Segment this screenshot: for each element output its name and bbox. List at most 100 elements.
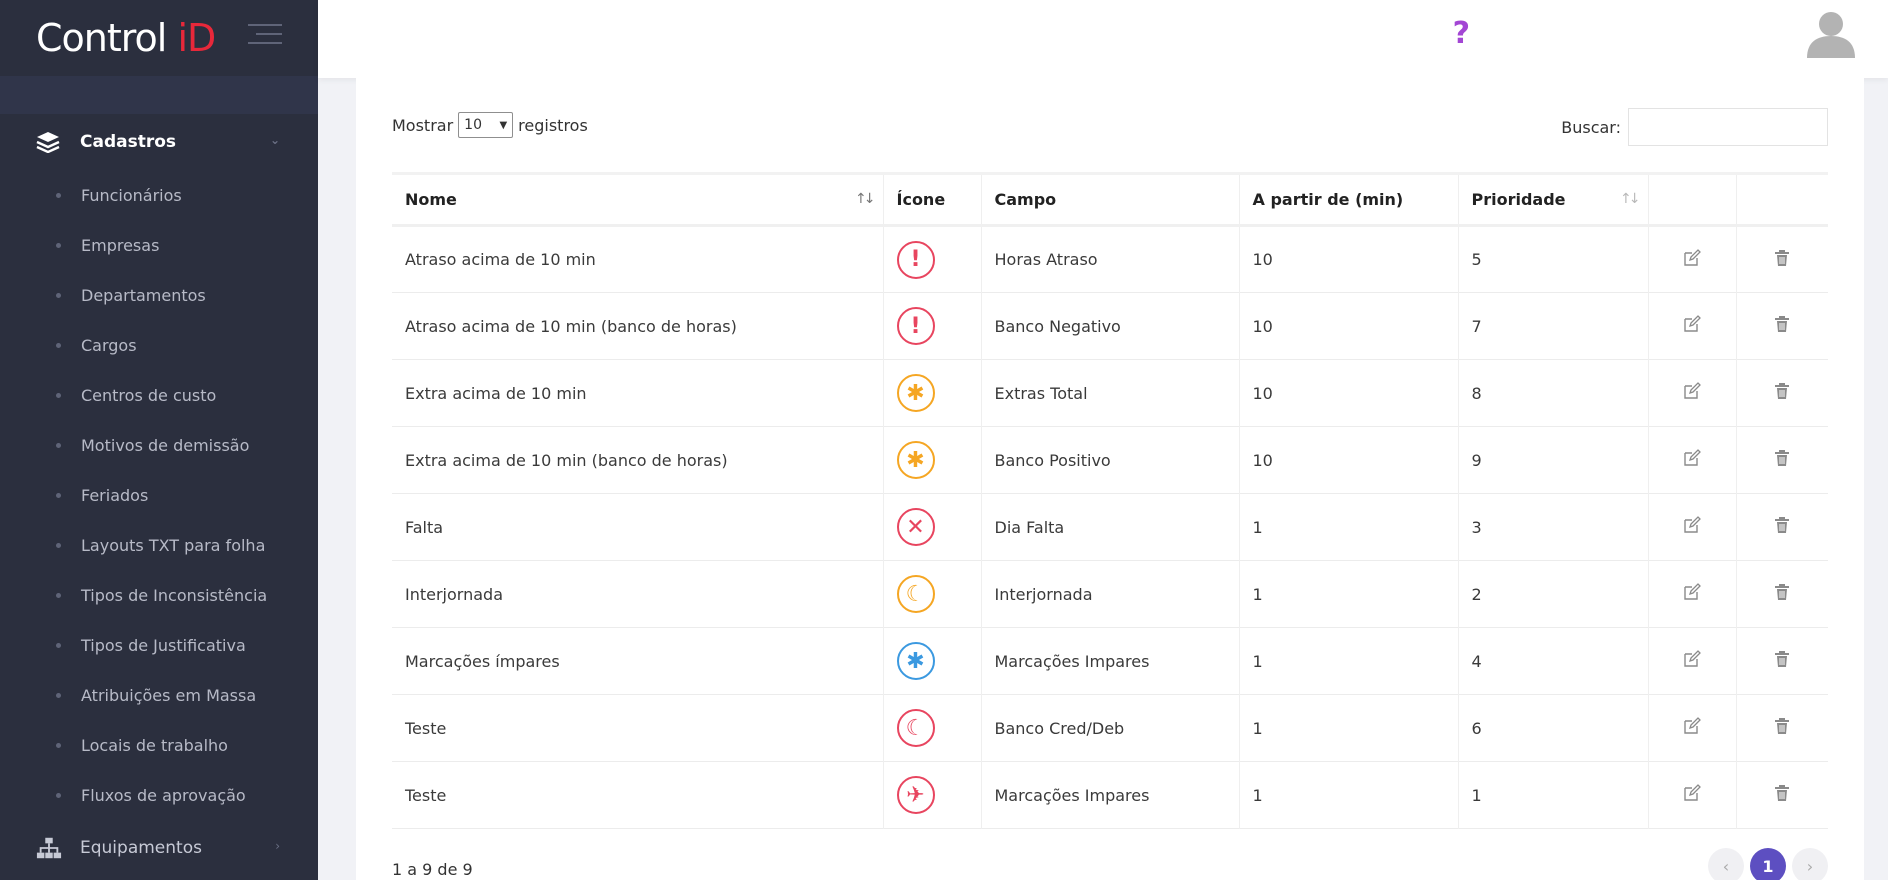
cell-prioridade: 3 xyxy=(1458,493,1649,561)
cell-icone: ✈ xyxy=(883,761,982,829)
sidebar-item[interactable]: Empresas xyxy=(0,220,318,270)
header-a-partir-de: A partir de (min) xyxy=(1239,173,1459,226)
sidebar-item-label: Fluxos de aprovação xyxy=(81,785,246,805)
edit-button[interactable] xyxy=(1648,694,1737,762)
cell-minutos: 1 xyxy=(1239,761,1459,829)
trash-icon xyxy=(1774,785,1790,806)
search-input[interactable] xyxy=(1628,108,1828,146)
moon-icon: ☾ xyxy=(896,575,935,613)
edit-icon xyxy=(1683,650,1701,672)
exclamation-icon: ! xyxy=(896,307,935,345)
header-delete xyxy=(1736,174,1828,226)
edit-button[interactable] xyxy=(1648,359,1737,427)
avatar[interactable] xyxy=(1804,6,1858,60)
delete-button[interactable] xyxy=(1736,695,1828,762)
records-label: registros xyxy=(518,115,588,135)
bullet-icon xyxy=(56,192,61,198)
table-row: Teste ☾ Banco Cred/Deb 1 6 xyxy=(392,694,1828,762)
edit-button[interactable] xyxy=(1648,627,1737,695)
cell-minutos: 1 xyxy=(1239,627,1459,695)
delete-button[interactable] xyxy=(1736,360,1828,427)
edit-button[interactable] xyxy=(1648,493,1737,561)
header-prioridade[interactable]: Prioridade ↑↓ xyxy=(1458,173,1649,226)
bullet-icon xyxy=(56,692,61,698)
cell-icone: ✱ xyxy=(883,426,982,494)
cell-prioridade: 9 xyxy=(1458,426,1649,494)
page-size-control: Mostrar 10 ▼ registros xyxy=(392,112,588,138)
sidebar-item[interactable]: Motivos de demissão xyxy=(0,420,318,470)
sidebar-item[interactable]: Tipos de Justificativa xyxy=(0,620,318,670)
cell-nome: Interjornada xyxy=(392,560,884,628)
hamburger-menu-icon[interactable] xyxy=(248,24,282,44)
delete-button[interactable] xyxy=(1736,628,1828,695)
bullet-icon xyxy=(56,442,61,448)
sidebar-item[interactable]: Departamentos xyxy=(0,270,318,320)
search-control: Buscar: xyxy=(1561,108,1828,146)
edit-icon xyxy=(1683,784,1701,806)
edit-button[interactable] xyxy=(1648,761,1737,829)
table-row: Atraso acima de 10 min! Horas Atraso 10 5 xyxy=(392,225,1828,293)
sidebar-item[interactable]: Fluxos de aprovação xyxy=(0,770,318,820)
sidebar-item[interactable]: Locais de trabalho xyxy=(0,720,318,770)
moon-icon: ☾ xyxy=(896,709,935,747)
edit-button[interactable] xyxy=(1648,560,1737,628)
edit-button[interactable] xyxy=(1648,225,1737,293)
sidebar-item[interactable]: Funcionários xyxy=(0,170,318,220)
page-size-select[interactable]: 10 ▼ xyxy=(458,112,514,138)
sidebar-section-equipamentos[interactable]: Equipamentos › xyxy=(0,820,318,876)
help-icon[interactable]: ? xyxy=(1453,16,1470,51)
sidebar-item-label: Cargos xyxy=(81,335,137,355)
edit-button[interactable] xyxy=(1648,292,1737,360)
chevron-down-icon: ⌄ xyxy=(269,133,280,147)
header-nome[interactable]: Nome ↑↓ xyxy=(392,173,884,226)
delete-button[interactable] xyxy=(1736,494,1828,561)
sidebar-item[interactable]: Cargos xyxy=(0,320,318,370)
sidebar-menu-list: Funcionários Empresas Departamentos Cargos C… xyxy=(0,170,318,820)
cell-nome: Atraso acima de 10 min xyxy=(392,225,884,293)
delete-button[interactable] xyxy=(1736,226,1828,293)
trash-icon xyxy=(1774,517,1790,538)
pagination: ‹ 1 › xyxy=(1708,848,1828,880)
delete-button[interactable] xyxy=(1736,427,1828,494)
delete-button[interactable] xyxy=(1736,762,1828,829)
sidebar-item[interactable]: Tipos de Inconsistência xyxy=(0,570,318,620)
cell-prioridade: 8 xyxy=(1458,359,1649,427)
sidebar-item-label: Empresas xyxy=(81,235,160,255)
sidebar-section-cadastros[interactable]: Cadastros ⌄ xyxy=(0,114,318,170)
sitemap-icon xyxy=(36,836,62,860)
cell-nome: Teste xyxy=(392,761,884,829)
cell-campo: Banco Positivo xyxy=(981,426,1240,494)
table-row: Marcações ímpares ✱ Marcações Impares 1 4 xyxy=(392,627,1828,695)
chevron-right-icon: › xyxy=(275,839,280,853)
delete-button[interactable] xyxy=(1736,561,1828,628)
layers-icon xyxy=(36,131,62,153)
cell-icone: ✕ xyxy=(883,493,982,561)
sort-icon: ↑↓ xyxy=(855,191,876,207)
cell-nome: Atraso acima de 10 min (banco de horas) xyxy=(392,292,884,360)
table-info: 1 a 9 de 9 xyxy=(392,860,473,879)
trash-icon xyxy=(1774,651,1790,672)
sidebar-item[interactable]: Centros de custo xyxy=(0,370,318,420)
bullet-icon xyxy=(56,342,61,348)
cell-icone: ☾ xyxy=(883,560,982,628)
bullet-icon xyxy=(56,742,61,748)
cell-prioridade: 1 xyxy=(1458,761,1649,829)
cell-prioridade: 7 xyxy=(1458,292,1649,360)
trash-icon xyxy=(1774,249,1790,271)
edit-button[interactable] xyxy=(1648,426,1737,494)
next-page-button[interactable]: › xyxy=(1792,848,1828,880)
sidebar-item[interactable]: Atribuições em Massa xyxy=(0,670,318,720)
bullet-icon xyxy=(56,792,61,798)
control-id-logo[interactable]: Control iD xyxy=(36,16,216,60)
sidebar-item[interactable]: Layouts TXT para folha xyxy=(0,520,318,570)
delete-button[interactable] xyxy=(1736,293,1828,360)
prev-page-button[interactable]: ‹ xyxy=(1708,848,1744,880)
table-row: Falta ✕ Dia Falta 1 3 xyxy=(392,493,1828,561)
sidebar-item-label: Funcionários xyxy=(81,185,182,205)
cell-icone: ! xyxy=(883,292,982,360)
cell-campo: Interjornada xyxy=(981,560,1240,628)
edit-icon xyxy=(1683,583,1701,605)
sidebar-item[interactable]: Feriados xyxy=(0,470,318,520)
page-button-current[interactable]: 1 xyxy=(1750,848,1786,880)
table-header-row: Nome ↑↓ Ícone Campo A partir de (min) Pri… xyxy=(392,173,1828,226)
